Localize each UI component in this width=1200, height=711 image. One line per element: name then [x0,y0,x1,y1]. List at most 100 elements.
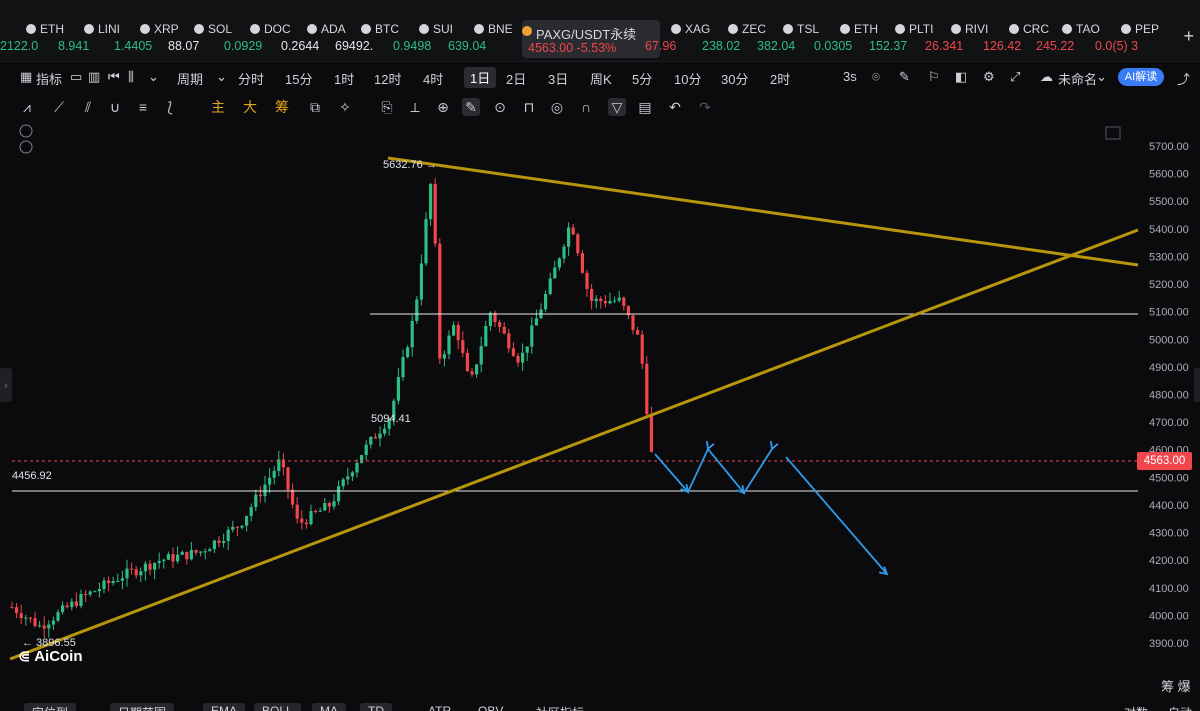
interval-tab[interactable]: 1时 [334,69,354,88]
interval-tab[interactable]: 4时 [423,69,443,88]
pencil-icon[interactable]: ✎ [899,69,910,85]
chevron-down-icon[interactable]: ⌄ [148,69,159,85]
add-ticker-icon[interactable]: + [1183,26,1194,47]
interval-tab[interactable]: 15分 [285,69,312,88]
chevron-down-icon[interactable]: ⌄ [216,69,227,85]
price-chart[interactable]: 5700.00 5600.00 5500.00 5400.00 5300.00 5200.… [0,121,1200,676]
interval-tab[interactable]: 分时 [238,69,264,88]
split-icon[interactable]: ⫼ [128,69,134,85]
draw-pen-icon[interactable]: ✎ [462,98,480,116]
main-chart-tool[interactable]: 主 [209,98,227,116]
bottom-tab[interactable]: EMA [203,703,246,711]
interval-tab[interactable]: 周K [590,69,612,88]
bottom-tab[interactable]: 对数 [1116,703,1156,711]
drawing-toolbar: ⩘ ⟋ ⫽ ∪ ≡ ⟅ 主 大 筹 ⧉ ✧ ⎘ ⟂ ⊕ ✎ ⊙ ⊓ ◎ ∩ ▽ … [0,93,1200,121]
bottom-tab[interactable]: 社区指标 [528,703,592,711]
bottom-tab[interactable]: OBV [470,703,511,711]
ruler-icon[interactable]: ⟂ [406,98,424,116]
candle-body [189,550,193,560]
filter-icon[interactable]: ▽ [608,98,626,116]
bottom-tab[interactable]: BOLL [254,703,301,711]
share-icon[interactable]: ⤴ [1177,69,1190,88]
bottom-tab[interactable]: 日期范围 [110,703,175,711]
candle-body [373,436,377,439]
alarm-icon[interactable]: ⚐ [928,69,940,85]
ticker-item[interactable]: PEP 0.0(5) 3 [1095,18,1175,58]
layers-icon[interactable]: ◧ [955,69,967,85]
price-axis-label: 4800.00 [1149,390,1189,402]
cloud-icon[interactable]: ☁ [1040,69,1053,85]
interval-tab[interactable]: 2日 [506,69,526,88]
big-order-tool[interactable]: 大 [241,98,259,116]
lock-icon[interactable]: ⊓ [520,98,538,116]
grid-icon[interactable]: ▥ [88,69,100,85]
visibility-icon[interactable]: ◎ [548,98,566,116]
price-axis-label: 4900.00 [1149,362,1189,374]
candle-body [166,554,170,560]
layout-icon[interactable]: ▭ [70,69,82,85]
copy-icon[interactable]: ⎘ [378,98,396,116]
redo-icon[interactable]: ↷ [696,98,714,116]
candle-body [571,227,575,235]
ai-analysis-button[interactable]: AI解读 [1118,68,1164,86]
arrow-head [705,440,715,451]
indicator-button[interactable]: 指标 [36,69,62,88]
magnet-icon[interactable]: ∩ [577,98,595,116]
chip-tool[interactable]: 筹 [273,98,291,116]
parallel-lines-icon[interactable]: ⫽ [79,98,97,116]
candle-body [42,625,46,629]
candle-body [231,526,235,530]
candle-body [645,363,649,415]
magic-icon[interactable]: ✧ [336,98,354,116]
brush-icon[interactable]: ⟅ [161,98,179,116]
bottom-tab[interactable]: 自动 [1160,703,1200,711]
edit-box-icon[interactable]: ⧉ [306,98,324,116]
bottom-tab[interactable]: TD [360,703,392,711]
price-axis-label: 5500.00 [1149,196,1189,208]
chips-toggle[interactable]: 筹 爆 [1161,676,1191,695]
price-axis-label: 3900.00 [1149,638,1189,650]
interval-tab[interactable]: 2时 [770,69,790,88]
coin-icon [250,24,260,34]
candlestick-chart[interactable]: 5700.00 5600.00 5500.00 5400.00 5300.00 5200.… [0,121,1200,676]
trash-icon[interactable]: ▤ [636,98,654,116]
trendline-icon[interactable]: ⟋ [50,98,68,116]
ticker-item[interactable]: BNE 639.04 [448,18,528,58]
candle-body [194,550,198,553]
ticker-item[interactable]: PAXG/USDT永续 4563.00 -5.53% [522,20,660,58]
candle-body [406,347,410,358]
layout-name[interactable]: 未命名 [1058,69,1097,88]
coin-icon [1062,24,1072,34]
undo-icon[interactable]: ↶ [666,98,684,116]
interval-tab[interactable]: 12时 [374,69,401,88]
period-button[interactable]: 周期 [177,69,203,88]
eye-icon[interactable]: ⊙ [491,98,509,116]
zoom-icon[interactable]: ⊕ [434,98,452,116]
left-panel-handle[interactable]: › [0,368,12,402]
indicator-icon[interactable]: ▦ [20,69,32,85]
interval-tab[interactable]: 10分 [674,69,701,88]
candle-body [38,625,42,627]
candle-body [51,620,55,625]
rewind-icon[interactable]: ⏮ [108,69,120,85]
interval-tab[interactable]: 3日 [548,69,568,88]
coin-icon [1009,24,1019,34]
interval-tab[interactable]: 5分 [632,69,652,88]
camera-icon[interactable]: ⌾ [872,69,880,85]
candle-body [544,293,548,310]
settings-icon[interactable]: ⚙ [983,69,995,85]
bottom-tab[interactable]: ATR [420,703,459,711]
candle-body [562,246,566,259]
interval-tab[interactable]: 1日 [464,67,497,88]
interval-tab[interactable]: 30分 [721,69,748,88]
candle-body [268,477,272,485]
fullscreen-icon[interactable]: ⤢ [1010,69,1020,85]
horizontal-lines-icon[interactable]: ≡ [134,98,152,116]
right-panel-handle[interactable] [1194,368,1200,402]
crosshair-icon[interactable]: ⩘ [18,98,36,116]
bottom-tab[interactable]: MA [312,703,346,711]
bottom-tab[interactable]: 定位到 [24,703,77,711]
refresh-rate[interactable]: 3s [843,69,857,84]
chevron-down-icon[interactable]: ⌄ [1096,69,1107,85]
curve-icon[interactable]: ∪ [106,98,124,116]
